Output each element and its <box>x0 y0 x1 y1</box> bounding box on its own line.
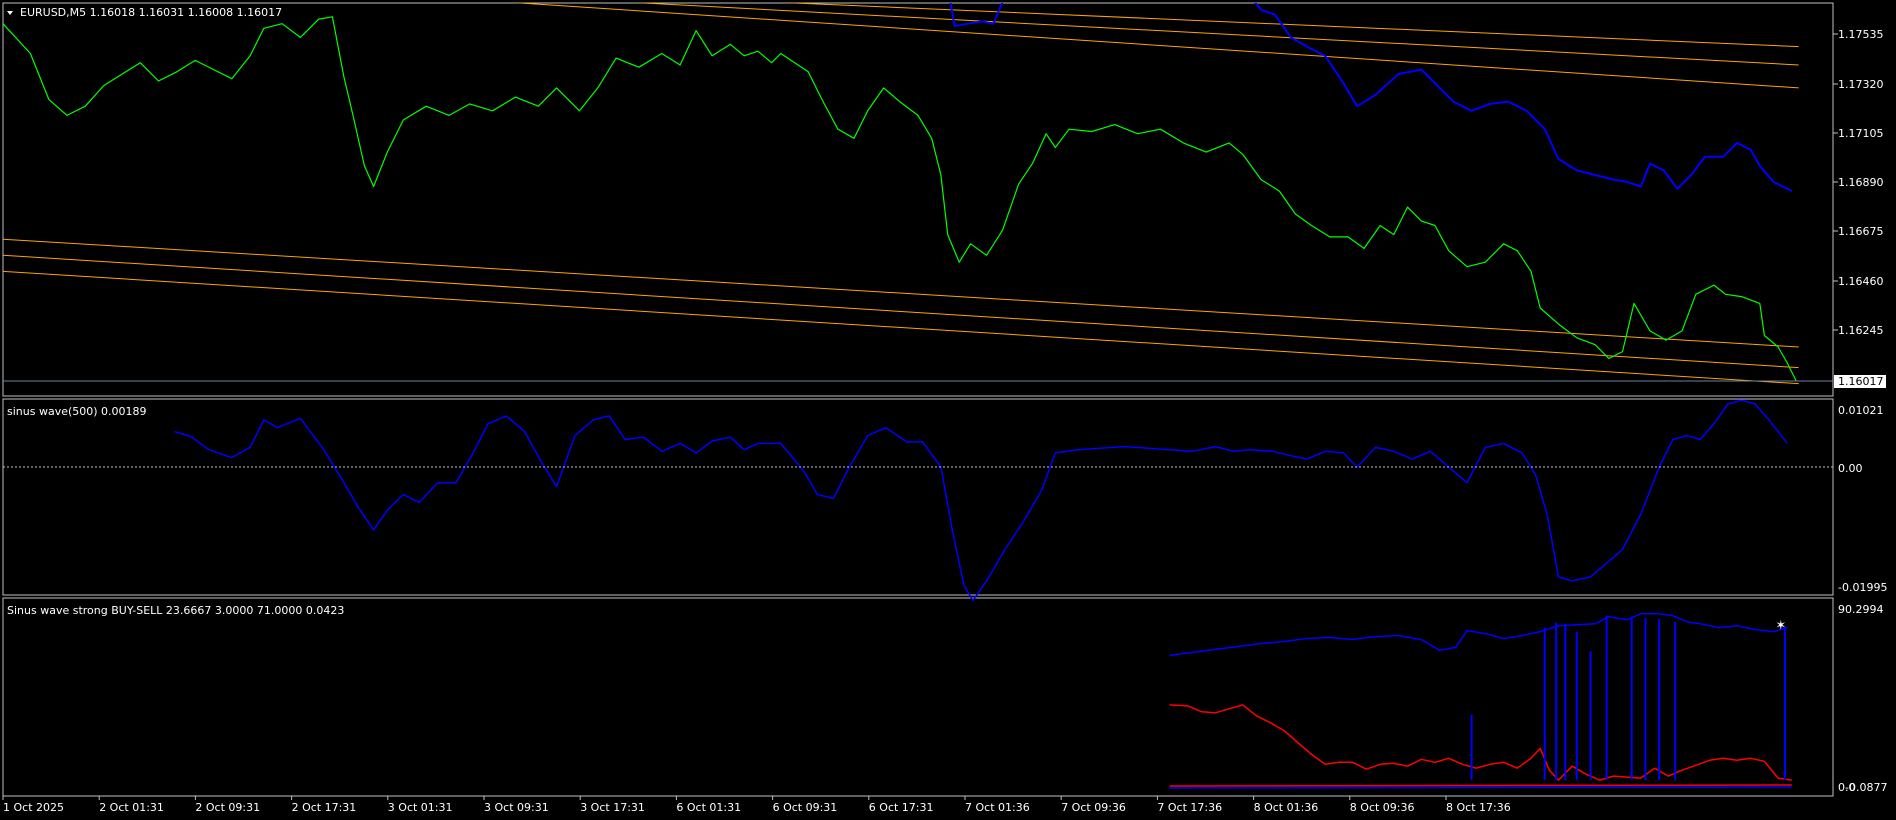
buy-sell-tick: 90.2994 <box>1838 603 1884 616</box>
buy-sell-pane[interactable] <box>2 597 1834 797</box>
buy-sell-axis: 90.2994 0.0 -0.0877 <box>1838 603 1887 794</box>
time-tick: 3 Oct 09:31 <box>484 801 549 814</box>
price-tick: 1.16460 <box>1838 275 1884 288</box>
time-tick: 6 Oct 09:31 <box>773 801 838 814</box>
sinus-tick: -0.01995 <box>1838 581 1887 594</box>
sinus-tick: 0.01021 <box>1838 404 1884 417</box>
price-tick: 1.16675 <box>1838 225 1884 238</box>
price-tick: 1.17535 <box>1838 28 1884 41</box>
time-tick: 8 Oct 09:36 <box>1350 801 1415 814</box>
time-tick: 2 Oct 17:31 <box>292 801 357 814</box>
price-tick: 1.16890 <box>1838 176 1884 189</box>
time-tick: 7 Oct 09:36 <box>1061 801 1126 814</box>
price-pane[interactable] <box>2 2 1834 397</box>
time-tick: 6 Oct 01:31 <box>676 801 741 814</box>
time-tick: 8 Oct 17:36 <box>1446 801 1511 814</box>
time-tick: 7 Oct 17:36 <box>1157 801 1222 814</box>
current-price: 1.16017 <box>1838 375 1884 388</box>
chart-window[interactable]: ✶ EURUSD,M5 1.16018 1.16031 1.16008 1.16… <box>0 0 1896 820</box>
buy-baseline <box>1169 786 1792 789</box>
time-tick: 8 Oct 01:36 <box>1254 801 1319 814</box>
time-tick: 2 Oct 01:31 <box>99 801 164 814</box>
time-tick: 1 Oct 2025 <box>3 801 64 814</box>
buy-sell-tick: -0.0877 <box>1845 781 1887 794</box>
price-tick: 1.17105 <box>1838 127 1884 140</box>
price-tick: 1.17320 <box>1838 78 1884 91</box>
sell-baseline <box>1169 784 1792 787</box>
symbol-label: EURUSD,M5 1.16018 1.16031 1.16008 1.1601… <box>20 6 282 19</box>
time-axis: 1 Oct 2025 2 Oct 01:31 2 Oct 09:31 2 Oct 17… <box>2 796 1511 814</box>
time-tick: 6 Oct 17:31 <box>869 801 934 814</box>
price-axis: 1.17535 1.17320 1.17105 1.16890 1.16675 … <box>1833 28 1884 337</box>
buy-sell-label: Sinus wave strong BUY-SELL 23.6667 3.000… <box>7 604 344 617</box>
sinus-wave-label: sinus wave(500) 0.00189 <box>7 405 147 418</box>
sinus-axis: 0.01021 0.00 -0.01995 <box>1838 404 1887 594</box>
price-tick: 1.16245 <box>1838 324 1884 337</box>
sinus-tick: 0.00 <box>1838 462 1863 475</box>
signal-marker-icon: ✶ <box>1775 619 1786 634</box>
time-tick: 3 Oct 17:31 <box>580 801 645 814</box>
time-tick: 7 Oct 01:36 <box>965 801 1030 814</box>
time-tick: 2 Oct 09:31 <box>195 801 260 814</box>
time-tick: 3 Oct 01:31 <box>388 801 453 814</box>
